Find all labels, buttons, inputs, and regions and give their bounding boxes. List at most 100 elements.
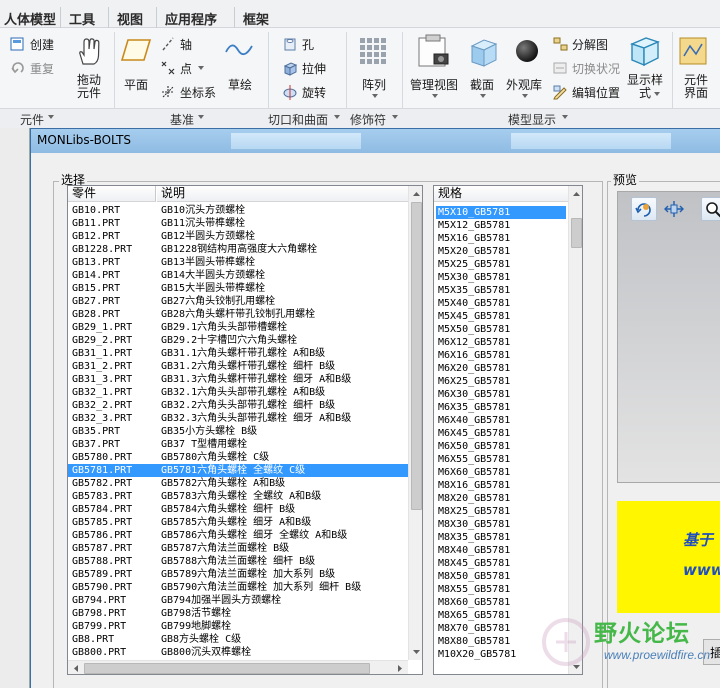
spec-vertical-scroll-thumb[interactable] xyxy=(571,218,582,248)
tab-human-model[interactable]: 人体模型 xyxy=(0,7,64,28)
create-button[interactable]: 创建 xyxy=(30,36,54,53)
spec-list-row[interactable]: M5X50_GB5781 xyxy=(436,323,566,336)
spec-list-row[interactable]: M8X55_GB5781 xyxy=(436,583,566,596)
parts-list-row[interactable]: GB10.PRT GB10沉头方颈螺栓 xyxy=(68,204,408,217)
parts-list-row[interactable]: GB798.PRT GB798活节螺栓 xyxy=(68,607,408,620)
spec-list-row[interactable]: M6X35_GB5781 xyxy=(436,401,566,414)
preview-pan-tool[interactable] xyxy=(661,197,687,221)
parts-list-row[interactable]: GB15.PRT GB15大半圆头带榫螺栓 xyxy=(68,282,408,295)
appearance-dropdown-icon[interactable] xyxy=(522,94,528,98)
point-button[interactable]: 点 xyxy=(180,60,192,77)
parts-horizontal-scroll-thumb[interactable] xyxy=(84,663,370,674)
dialog-title-bar[interactable]: MONLibs-BOLTS xyxy=(31,129,720,153)
tab-tools[interactable]: 工具 xyxy=(60,7,103,28)
parts-list-row[interactable]: GB32_1.PRT GB32.1六角头头部带孔螺栓 A和B级 xyxy=(68,386,408,399)
spec-list-row[interactable]: M8X50_GB5781 xyxy=(436,570,566,583)
spec-list-row[interactable]: M6X40_GB5781 xyxy=(436,414,566,427)
parts-vertical-scroll-thumb[interactable] xyxy=(411,202,422,510)
group-label-cuts-surfaces[interactable]: 切口和曲面 xyxy=(268,111,328,128)
coord-system-button[interactable]: 坐标系 xyxy=(180,84,216,101)
parts-list-row[interactable]: GB8.PRT GB8方头螺栓 C级 xyxy=(68,633,408,646)
parts-list-row[interactable]: GB27.PRT GB27六角头铰制孔用螺栓 xyxy=(68,295,408,308)
section-dropdown-icon[interactable] xyxy=(480,94,486,98)
plane-button[interactable]: 平面 xyxy=(124,76,148,93)
components-group-dropdown-icon[interactable] xyxy=(48,115,54,119)
tab-view[interactable]: 视图 xyxy=(108,7,151,28)
spec-list-row[interactable]: M5X20_GB5781 xyxy=(436,245,566,258)
spec-vertical-scrollbar[interactable] xyxy=(568,186,582,674)
spec-list-row[interactable]: M6X60_GB5781 xyxy=(436,466,566,479)
parts-list-row[interactable]: GB5790.PRT GB5790六角法兰面螺栓 加大系列 细杆 B级 xyxy=(68,581,408,594)
spec-list-row[interactable]: M5X12_GB5781 xyxy=(436,219,566,232)
spec-list-row[interactable]: M6X30_GB5781 xyxy=(436,388,566,401)
parts-list-row[interactable]: GB29_1.PRT GB29.1六角头头部带槽螺栓 xyxy=(68,321,408,334)
group-label-datum[interactable]: 基准 xyxy=(170,111,194,128)
spec-list-row[interactable]: M5X45_GB5781 xyxy=(436,310,566,323)
display-style-button[interactable]: 显示样 式 xyxy=(622,74,668,100)
parts-list-row[interactable]: GB5789.PRT GB5789六角法兰面螺栓 加大系列 B级 xyxy=(68,568,408,581)
tab-applications[interactable]: 应用程序 xyxy=(156,7,225,28)
parts-list-row[interactable]: GB5783.PRT GB5783六角头螺栓 全螺纹 A和B级 xyxy=(68,490,408,503)
parts-list-row[interactable]: GB37.PRT GB37 T型槽用螺栓 xyxy=(68,438,408,451)
parts-list-row[interactable]: GB35.PRT GB35小方头螺栓 B级 xyxy=(68,425,408,438)
parts-list-row[interactable]: GB12.PRT GB12半圆头方颈螺栓 xyxy=(68,230,408,243)
edit-position-button[interactable]: 编辑位置 xyxy=(572,84,620,101)
parts-list-row[interactable]: GB5788.PRT GB5788六角法兰面螺栓 细杆 B级 xyxy=(68,555,408,568)
cuts-group-dropdown-icon[interactable] xyxy=(334,115,340,119)
parts-list-row[interactable]: GB794.PRT GB794加强半圆头方颈螺栓 xyxy=(68,594,408,607)
parts-vertical-scrollbar[interactable] xyxy=(408,186,422,660)
parts-list-row[interactable]: GB5784.PRT GB5784六角头螺栓 细杆 B级 xyxy=(68,503,408,516)
sketch-button[interactable]: 草绘 xyxy=(228,76,252,93)
axis-button[interactable]: 轴 xyxy=(180,36,192,53)
column-header-description[interactable]: 说明 xyxy=(157,186,409,202)
drag-components-button[interactable]: 拖动 元件 xyxy=(68,74,110,100)
spec-list-row[interactable]: M5X10_GB5781 xyxy=(436,206,566,219)
spec-list-row[interactable]: M6X16_GB5781 xyxy=(436,349,566,362)
exploded-view-button[interactable]: 分解图 xyxy=(572,36,608,53)
model-display-group-dropdown-icon[interactable] xyxy=(562,115,568,119)
datum-group-dropdown-icon[interactable] xyxy=(198,115,204,119)
parts-list-row[interactable]: GB31_1.PRT GB31.1六角头螺杆带孔螺栓 A和B级 xyxy=(68,347,408,360)
section-button[interactable]: 截面 xyxy=(470,76,494,93)
group-label-model-display[interactable]: 模型显示 xyxy=(508,111,556,128)
spec-list-row[interactable]: M5X35_GB5781 xyxy=(436,284,566,297)
group-label-components[interactable]: 元件 xyxy=(20,111,44,128)
hole-button[interactable]: 孔 xyxy=(302,36,314,53)
parts-list-row[interactable]: GB32_2.PRT GB32.2六角头头部带孔螺栓 细杆 B级 xyxy=(68,399,408,412)
appearance-gallery-button[interactable]: 外观库 xyxy=(506,76,542,93)
parts-list-row[interactable]: GB800.PRT GB800沉头双榫螺栓 xyxy=(68,646,408,659)
spec-list-row[interactable]: M8X25_GB5781 xyxy=(436,505,566,518)
display-style-dropdown-icon[interactable] xyxy=(654,92,660,96)
parts-list-row[interactable]: GB5787.PRT GB5787六角法兰面螺栓 B级 xyxy=(68,542,408,555)
manage-views-button[interactable]: 管理视图 xyxy=(410,76,458,93)
spec-list-row[interactable]: M8X40_GB5781 xyxy=(436,544,566,557)
spec-list-row[interactable]: M8X45_GB5781 xyxy=(436,557,566,570)
column-header-part[interactable]: 零件 xyxy=(68,186,156,202)
spec-list-row[interactable]: M5X30_GB5781 xyxy=(436,271,566,284)
redo-button[interactable]: 重复 xyxy=(30,60,54,77)
manage-views-dropdown-icon[interactable] xyxy=(432,94,438,98)
revolve-button[interactable]: 旋转 xyxy=(302,84,326,101)
parts-list-row[interactable]: GB5782.PRT GB5782六角头螺栓 A和B级 xyxy=(68,477,408,490)
component-interface-button[interactable]: 元件 界面 xyxy=(676,74,716,100)
preview-rotate-tool[interactable] xyxy=(631,197,657,221)
pattern-button[interactable]: 阵列 xyxy=(362,76,386,93)
spec-list-row[interactable]: M6X25_GB5781 xyxy=(436,375,566,388)
tab-framework[interactable]: 框架 xyxy=(234,7,277,28)
parts-list-row[interactable]: GB5780.PRT GB5780六角头螺栓 C级 xyxy=(68,451,408,464)
extrude-button[interactable]: 拉伸 xyxy=(302,60,326,77)
group-label-modifiers[interactable]: 修饰符 xyxy=(350,111,386,128)
spec-list-row[interactable]: M6X45_GB5781 xyxy=(436,427,566,440)
parts-list-row[interactable]: GB1228.PRT GB1228钢结构用高强度大六角螺栓 xyxy=(68,243,408,256)
spec-list-row[interactable]: M5X25_GB5781 xyxy=(436,258,566,271)
spec-list-row[interactable]: M5X16_GB5781 xyxy=(436,232,566,245)
spec-list-row[interactable]: M6X12_GB5781 xyxy=(436,336,566,349)
pattern-dropdown-icon[interactable] xyxy=(372,94,378,98)
parts-list-row[interactable]: GB5785.PRT GB5785六角头螺栓 细牙 A和B级 xyxy=(68,516,408,529)
spec-list-row[interactable]: M8X35_GB5781 xyxy=(436,531,566,544)
spec-list-row[interactable]: M6X50_GB5781 xyxy=(436,440,566,453)
preview-viewport[interactable] xyxy=(617,191,720,483)
toggle-state-button[interactable]: 切换状况 xyxy=(572,60,620,77)
spec-list[interactable]: 规格 M5X10_GB5781 M5X12_GB5781 M5X16_GB5781 M… xyxy=(433,185,583,675)
parts-list-row[interactable]: GB5786.PRT GB5786六角头螺栓 细牙 全螺纹 A和B级 xyxy=(68,529,408,542)
